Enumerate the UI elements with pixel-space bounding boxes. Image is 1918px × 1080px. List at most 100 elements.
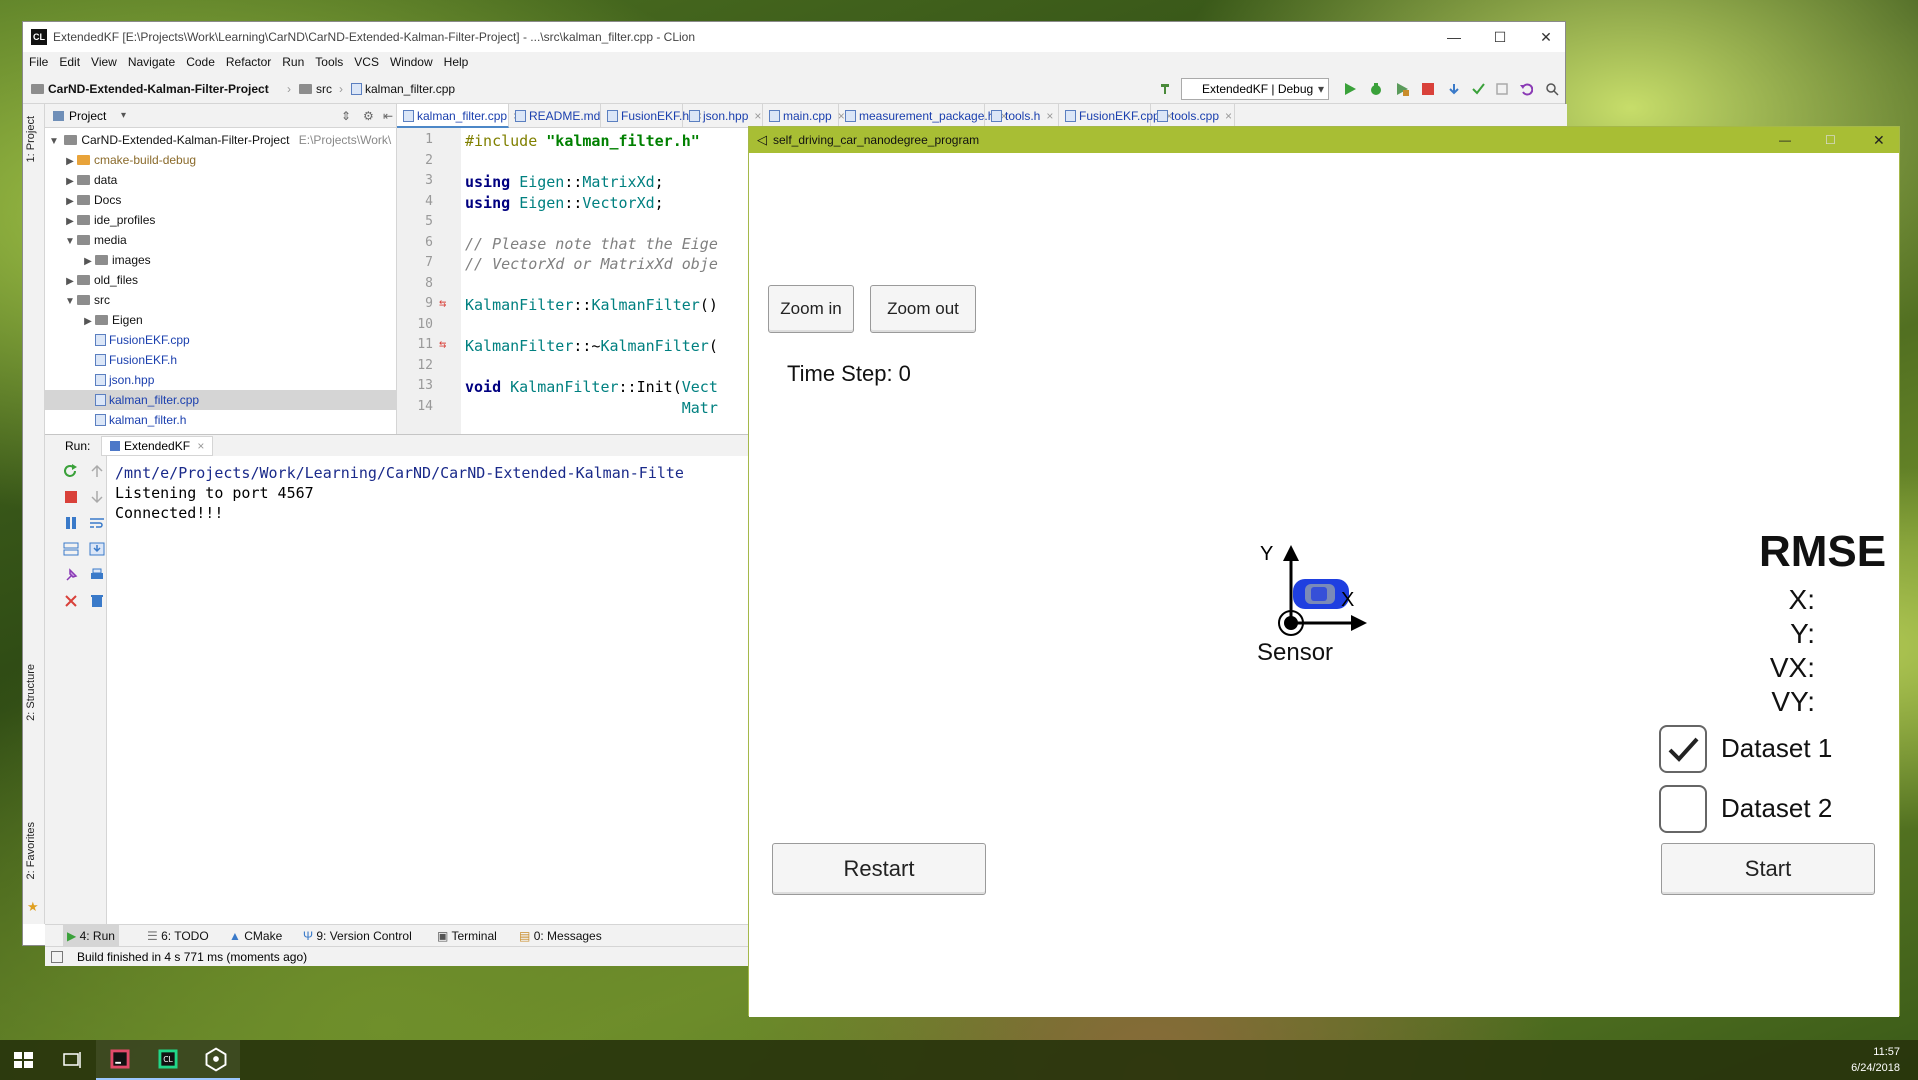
gear-icon[interactable]: ⚙ [363,104,374,128]
run-console[interactable]: /mnt/e/Projects/Work/Learning/CarND/CarN… [107,456,775,924]
tree-item[interactable]: json.hpp [45,370,397,390]
override-marker-icon[interactable]: ⇆ [439,296,446,310]
vcs-commit-icon[interactable] [1471,82,1485,96]
pause-icon[interactable] [63,516,79,530]
unity-app-icon[interactable] [192,1040,240,1080]
zoom-in-button[interactable]: Zoom in [768,285,854,333]
sidebar-tab-project[interactable]: 1: Project [25,116,37,162]
tree-item[interactable]: ▶ Docs [45,190,397,210]
minimize-button[interactable]: — [1431,22,1477,52]
start-button[interactable]: Start [1661,843,1875,895]
hide-panel-icon[interactable]: ⇤ [383,104,393,128]
soft-wrap-icon[interactable] [89,516,105,530]
menu-run[interactable]: Run [276,52,309,69]
close-icon[interactable]: × [754,109,761,123]
restore-layout-icon[interactable] [63,542,79,556]
task-view-icon[interactable] [48,1040,96,1080]
coverage-icon[interactable] [1395,82,1409,96]
editor-tab[interactable]: main.cpp × [763,104,845,128]
editor-tab[interactable]: FusionEKF.h× [601,104,702,128]
tab-terminal[interactable]: ▣ Terminal [437,925,497,947]
close-icon[interactable]: × [1046,109,1053,123]
arrow-down-icon[interactable] [89,490,105,504]
editor-tab[interactable]: FusionEKF.cpp × [1059,104,1173,128]
restart-button[interactable]: Restart [772,843,986,895]
tree-item[interactable]: kalman_filter.cpp [45,390,397,410]
tree-item[interactable]: ▶ old_files [45,270,397,290]
system-clock[interactable]: 11:57 6/24/2018 [1851,1044,1900,1076]
tree-item[interactable]: ▶ cmake-build-debug [45,150,397,170]
close-icon[interactable]: × [197,439,204,453]
chevron-down-icon[interactable]: ▾ [121,104,126,128]
breadcrumb-src[interactable]: src [299,82,332,96]
windows-start-icon[interactable] [0,1040,48,1080]
menu-window[interactable]: Window [384,52,438,69]
tree-item[interactable]: ▶ data [45,170,397,190]
run-icon[interactable] [1343,82,1357,96]
tree-item[interactable]: ▼ media [45,230,397,250]
stop-icon[interactable] [63,490,79,504]
editor-tab[interactable]: json.hpp × [683,104,763,128]
tree-item[interactable]: ▼ src [45,290,397,310]
close-button[interactable]: ✕ [1523,22,1569,52]
collapse-all-icon[interactable]: ⇕ [341,104,351,128]
pin-icon[interactable] [63,568,79,582]
tab-cmake[interactable]: ▲ CMake [229,925,282,947]
menu-tools[interactable]: Tools [309,52,348,69]
maximize-button[interactable]: ☐ [1477,22,1523,52]
intellij-app-icon[interactable] [96,1040,144,1080]
dataset1-checkbox[interactable] [1659,725,1707,773]
menu-edit[interactable]: Edit [53,52,85,69]
tab-todo[interactable]: ☰ 6: TODO [147,925,209,947]
menu-refactor[interactable]: Refactor [220,52,276,69]
run-configuration-select[interactable]: ExtendedKF | Debug ▾ [1181,78,1329,100]
breadcrumb-project[interactable]: CarND-Extended-Kalman-Filter-Project [31,82,269,96]
tree-item[interactable]: FusionEKF.cpp [45,330,397,350]
menu-view[interactable]: View [85,52,122,69]
menu-vcs[interactable]: VCS [348,52,384,69]
menu-help[interactable]: Help [438,52,474,69]
close-run-icon[interactable] [63,594,79,608]
close-icon[interactable]: × [1225,109,1232,123]
debug-icon[interactable] [1369,82,1383,96]
clion-app-icon[interactable]: CL [144,1040,192,1080]
editor-tab[interactable]: tools.h × [985,104,1059,128]
minimize-button[interactable]: — [1779,127,1791,153]
rerun-icon[interactable] [63,464,79,478]
editor-tab[interactable]: measurement_package.h × [839,104,1007,128]
project-view-selector[interactable]: Project [69,104,106,128]
tab-messages[interactable]: ▤ 0: Messages [519,925,602,947]
print-icon[interactable] [89,568,105,582]
tree-item[interactable]: ▶ Eigen [45,310,397,330]
menu-navigate[interactable]: Navigate [122,52,180,69]
editor-tab[interactable]: tools.cpp × [1151,104,1235,128]
sidebar-tab-structure[interactable]: 2: Structure [25,664,37,721]
vcs-update-icon[interactable] [1447,82,1461,96]
override-marker-icon[interactable]: ⇆ [439,337,446,351]
editor-tab[interactable]: README.md× [509,104,613,128]
build-hammer-icon[interactable] [1159,82,1173,96]
tree-root[interactable]: ▼ CarND-Extended-Kalman-Filter-Project E… [45,130,397,150]
stop-icon[interactable] [1421,82,1435,96]
menu-code[interactable]: Code [180,52,220,69]
tab-run[interactable]: ▶ 4: Run [63,925,119,947]
tree-item[interactable]: FusionEKF.h [45,350,397,370]
tree-item[interactable]: kalman_filter.h [45,410,397,430]
vcs-history-icon[interactable] [1495,82,1509,96]
breadcrumb-file[interactable]: kalman_filter.cpp [351,82,455,96]
revert-icon[interactable] [1519,82,1533,96]
tree-item[interactable]: ▶ images [45,250,397,270]
tree-item[interactable]: ▶ ide_profiles [45,210,397,230]
arrow-up-icon[interactable] [89,464,105,478]
tab-version-control[interactable]: Ψ 9: Version Control [303,925,412,947]
search-icon[interactable] [1545,82,1559,96]
sidebar-tab-favorites[interactable]: 2: Favorites [25,822,37,879]
editor-tab[interactable]: kalman_filter.cpp× [397,104,520,128]
trash-icon[interactable] [89,594,105,608]
dataset2-checkbox[interactable] [1659,785,1707,833]
zoom-out-button[interactable]: Zoom out [870,285,976,333]
maximize-button[interactable]: ☐ [1825,127,1836,153]
status-toggle-icon[interactable] [51,951,63,963]
menu-file[interactable]: File [23,52,53,69]
scroll-to-end-icon[interactable] [89,542,105,556]
